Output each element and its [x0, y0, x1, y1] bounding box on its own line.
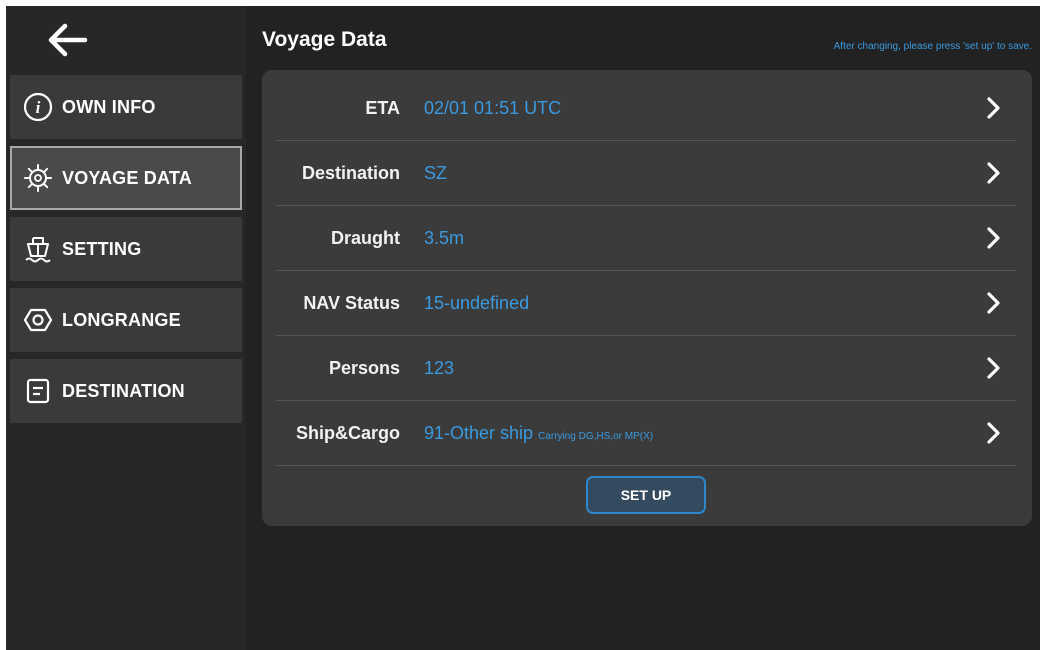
sidebar-item-label: SETTING — [62, 238, 142, 259]
field-row-destination[interactable]: Destination SZ — [276, 141, 1016, 206]
field-label: Draught — [331, 227, 400, 248]
field-row-eta[interactable]: ETA 02/01 01:51 UTC — [276, 76, 1016, 141]
field-value-text: 15-undefined — [424, 292, 530, 313]
ship-wheel-icon — [22, 162, 54, 194]
back-button[interactable] — [40, 18, 94, 62]
field-row-nav-status[interactable]: NAV Status 15-undefined — [276, 271, 1016, 336]
voyage-data-panel: ETA 02/01 01:51 UTC Destination SZ Draug… — [262, 70, 1032, 526]
chevron-right-icon — [982, 161, 1006, 185]
document-icon — [22, 375, 54, 407]
chevron-right-icon — [982, 421, 1006, 445]
field-label: ETA — [365, 97, 400, 118]
field-value: 123 — [424, 358, 982, 379]
sidebar-item-label: OWN INFO — [62, 96, 156, 117]
field-value-text: 123 — [424, 357, 455, 378]
hexagon-icon — [22, 304, 54, 336]
page-title: Voyage Data — [262, 28, 387, 51]
field-row-ship-cargo[interactable]: Ship&Cargo 91-Other ship Carrying DG,HS,… — [276, 401, 1016, 466]
info-icon: i — [22, 91, 54, 123]
field-value-text: 91-Other ship — [424, 422, 534, 443]
sidebar-item-longrange[interactable]: LONGRANGE — [10, 288, 242, 352]
svg-text:i: i — [36, 98, 41, 117]
chevron-right-icon — [982, 96, 1006, 120]
save-hint: After changing, please press 'set up' to… — [833, 41, 1032, 52]
field-label: Ship&Cargo — [295, 422, 400, 443]
field-value: 91-Other ship Carrying DG,HS,or MP(X) — [424, 423, 982, 444]
sidebar-item-voyage-data[interactable]: VOYAGE DATA — [10, 146, 242, 210]
ship-icon — [22, 233, 54, 265]
field-row-draught[interactable]: Draught 3.5m — [276, 206, 1016, 271]
sidebar: i OWN INFO VOYAGE DATA SETTING LONGRANGE… — [6, 6, 246, 650]
sidebar-item-label: DESTINATION — [62, 380, 185, 401]
field-value: 02/01 01:51 UTC — [424, 98, 982, 119]
field-label: Persons — [328, 357, 400, 378]
field-value: 3.5m — [424, 228, 982, 249]
chevron-right-icon — [982, 291, 1006, 315]
sidebar-item-label: VOYAGE DATA — [62, 167, 192, 188]
sidebar-item-destination[interactable]: DESTINATION — [10, 359, 242, 423]
field-label: Destination — [301, 162, 400, 183]
chevron-right-icon — [982, 226, 1006, 250]
sidebar-item-setting[interactable]: SETTING — [10, 217, 242, 281]
screen: i OWN INFO VOYAGE DATA SETTING LONGRANGE… — [6, 6, 1040, 650]
field-value: SZ — [424, 163, 982, 184]
field-value-text: 3.5m — [424, 227, 465, 248]
setup-button[interactable]: SET UP — [586, 476, 706, 514]
field-value-text: 02/01 01:51 UTC — [424, 97, 562, 118]
field-value-subtext: Carrying DG,HS,or MP(X) — [538, 430, 654, 442]
field-label: NAV Status — [303, 292, 400, 313]
field-value: 15-undefined — [424, 293, 982, 314]
chevron-right-icon — [982, 356, 1006, 380]
sidebar-item-own-info[interactable]: i OWN INFO — [10, 75, 242, 139]
field-row-persons[interactable]: Persons 123 — [276, 336, 1016, 401]
field-value-text: SZ — [424, 162, 448, 183]
arrow-left-icon — [48, 23, 88, 57]
sidebar-item-label: LONGRANGE — [62, 309, 181, 330]
